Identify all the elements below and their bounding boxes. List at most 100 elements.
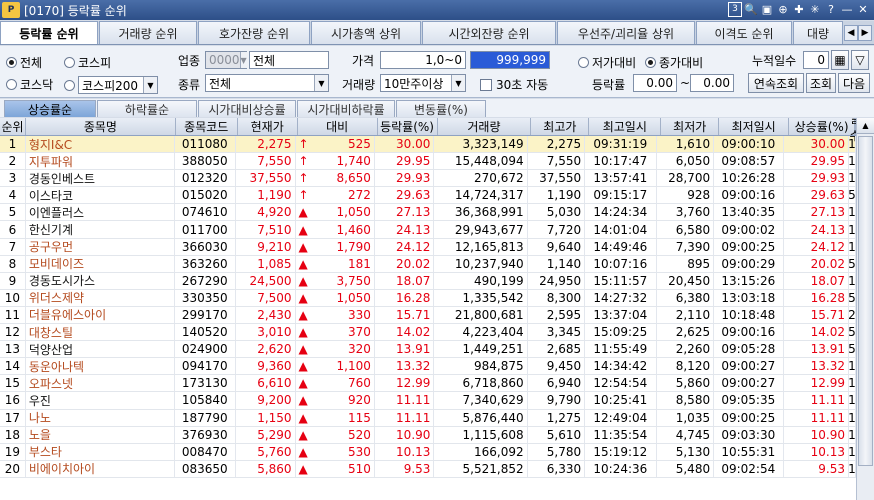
close-icon[interactable]: ✕: [856, 2, 870, 17]
subtab-rise-rate[interactable]: 상승률순: [4, 100, 96, 117]
tab-disparity[interactable]: 이격도 순위: [696, 21, 792, 44]
col-current[interactable]: 현재가: [238, 118, 298, 135]
table-row[interactable]: 6 한신기계 011700 7,510 ▲ 1,460 24.13 29,943,677 7,7…: [0, 221, 856, 239]
col-rate[interactable]: 등락률(%): [378, 118, 438, 135]
col-name[interactable]: 종목명: [26, 118, 176, 135]
col-low-time[interactable]: 최저일시: [719, 118, 790, 135]
cell-current: 5,290: [236, 426, 296, 443]
scroll-up-icon[interactable]: ▲: [857, 118, 874, 134]
minimize-icon[interactable]: —: [840, 2, 854, 17]
industry-code-select[interactable]: 0000 ▼: [205, 51, 247, 69]
cell-rate: 10.13: [375, 443, 435, 460]
table-row[interactable]: 11 더블유에스아이 299170 2,430 ▲ 330 15.71 21,800,681 2…: [0, 306, 856, 325]
col-volume[interactable]: 거래량: [438, 118, 532, 135]
table-row[interactable]: 3 경동인베스트 012320 37,550 ↑ 8,650 29.93 270,672 37,…: [0, 170, 856, 188]
table-row[interactable]: 7 공구우먼 366030 9,210 ▲ 1,790 24.12 12,165,813 9,6…: [0, 238, 856, 256]
price-to-field[interactable]: 999,999: [470, 51, 550, 69]
search-icon[interactable]: 🔍: [744, 2, 758, 17]
col-surge[interactable]: 상승률(%): [789, 118, 856, 135]
query-button[interactable]: 조회: [806, 73, 836, 93]
help-icon[interactable]: ?: [824, 2, 838, 17]
table-row[interactable]: 19 부스타 008470 5,760 ▲ 530 10.13 166,092 5,780 15:…: [0, 443, 856, 461]
add-icon[interactable]: ✚: [792, 2, 806, 17]
cell-name: 더블유에스아이: [26, 306, 175, 324]
filter-icon[interactable]: ▽: [851, 50, 869, 70]
tab-scroll-arrows: ◀ ▶: [844, 25, 872, 41]
col-change[interactable]: 대비: [298, 118, 378, 135]
cell-name: 위더스제약: [26, 289, 175, 306]
table-row[interactable]: 20 비에이치아이 083650 5,860 ▲ 510 9.53 5,521,852 6,33…: [0, 460, 856, 478]
continuous-query-button[interactable]: 연속조회: [748, 73, 804, 93]
cell-low-time: 09:08:57: [714, 153, 784, 170]
table-row[interactable]: 15 오파스넷 173130 6,610 ▲ 760 12.99 6,718,860 6,940…: [0, 375, 856, 393]
table-row[interactable]: 2 지투파워 388050 7,550 ↑ 1,740 29.95 15,448,094 7,5…: [0, 153, 856, 171]
tab-next-icon[interactable]: ▶: [858, 25, 872, 41]
radio-kospi200[interactable]: 코스피200 ▼: [64, 76, 158, 94]
table-row[interactable]: 10 위더스제약 330350 7,500 ▲ 1,050 16.28 1,335,542 8,…: [0, 289, 856, 307]
col-low[interactable]: 최저가: [661, 118, 720, 135]
cell-days: 1: [849, 409, 856, 426]
table-row[interactable]: 13 덕양산업 024900 2,620 ▲ 320 13.91 1,449,251 2,685…: [0, 341, 856, 359]
cell-low: 1,610: [657, 136, 715, 153]
cell-volume: 7,340,629: [434, 392, 528, 409]
col-high-time[interactable]: 최고일시: [589, 118, 662, 135]
vertical-scrollbar[interactable]: ▲: [856, 118, 874, 500]
cell-volume: 10,237,940: [434, 255, 528, 272]
table-row[interactable]: 4 이스타코 015020 1,190 ↑ 272 29.63 14,724,317 1,190…: [0, 187, 856, 205]
calendar-icon[interactable]: ▦: [831, 50, 849, 70]
table-row[interactable]: 17 나노 187790 1,150 ▲ 115 11.11 5,876,440 1,275 12…: [0, 409, 856, 427]
tab-market-cap[interactable]: 시가총액 상위: [311, 21, 421, 44]
table-row[interactable]: 9 경동도시가스 267290 24,500 ▲ 3,750 18.07 490,199 24,…: [0, 272, 856, 290]
cell-current: 1,150: [236, 409, 296, 426]
radio-kosdaq[interactable]: 코스닥: [6, 76, 53, 93]
next-button[interactable]: 다음: [838, 73, 870, 93]
radio-vs-low[interactable]: 저가대비: [578, 54, 636, 71]
cell-high: 9,790: [528, 392, 586, 409]
tab-after-hours[interactable]: 시간외잔량 순위: [422, 21, 556, 44]
tab-bulk[interactable]: 대량: [793, 21, 843, 44]
scroll-thumb[interactable]: [858, 136, 873, 466]
radio-market-all[interactable]: 전체: [6, 54, 42, 71]
cell-rate: 11.11: [375, 409, 435, 426]
cell-volume: 3,323,149: [434, 136, 528, 153]
subtab-fall-rate[interactable]: 하락률순: [97, 100, 197, 117]
table-row[interactable]: 16 우진 105840 9,200 ▲ 920 11.11 7,340,629 9,790 10…: [0, 392, 856, 410]
table-row[interactable]: 5 이엔플러스 074610 4,920 ▲ 1,050 27.13 36,368,991 5,…: [0, 204, 856, 222]
volume-select[interactable]: 10만주이상 ▼: [380, 74, 466, 92]
tab-preferred[interactable]: 우선주/괴리율 상위: [557, 21, 695, 44]
up-triangle-icon: ▲: [298, 256, 308, 271]
price-from-field[interactable]: 1,0~0: [380, 51, 466, 69]
table-row[interactable]: 1 형지I&C 011080 2,275 ↑ 525 30.00 3,323,149 2,275…: [0, 136, 856, 154]
radio-kospi[interactable]: 코스피: [64, 54, 111, 71]
change-amount: 272: [347, 188, 371, 203]
auto30-checkbox[interactable]: 30초 자동: [480, 76, 548, 93]
rate-from-field[interactable]: 0.00: [633, 74, 677, 92]
zoom-icon[interactable]: ⊕: [776, 2, 790, 17]
radio-vs-close[interactable]: 종가대비: [645, 54, 703, 71]
tab-prev-icon[interactable]: ◀: [844, 25, 858, 41]
col-code[interactable]: 종목코드: [176, 118, 238, 135]
tab-rate-rank[interactable]: 등락률 순위: [0, 21, 98, 44]
table-row[interactable]: 18 노을 376930 5,290 ▲ 520 10.90 1,115,608 5,610 11…: [0, 426, 856, 444]
rate-to-field[interactable]: 0.00: [690, 74, 734, 92]
tab-volume-rank[interactable]: 거래량 순위: [99, 21, 197, 44]
col-rank[interactable]: 순위: [0, 118, 26, 135]
cum-days-field[interactable]: 0: [803, 51, 829, 69]
table-row[interactable]: 12 대창스틸 140520 3,010 ▲ 370 14.02 4,223,404 3,345…: [0, 324, 856, 342]
subtab-open-fall[interactable]: 시가대비하락률: [297, 100, 395, 117]
cell-rate: 15.71: [375, 306, 435, 324]
subtab-open-rise[interactable]: 시가대비상승률: [198, 100, 296, 117]
col-high[interactable]: 최고가: [531, 118, 590, 135]
kospi200-select[interactable]: 코스피200 ▼: [78, 76, 158, 94]
industry-name-field[interactable]: 전체: [249, 51, 329, 69]
screen-icon[interactable]: ▣: [760, 2, 774, 17]
link-count-button[interactable]: 3: [728, 2, 742, 17]
cell-current: 5,860: [236, 460, 296, 477]
settings-icon[interactable]: ✳: [808, 2, 822, 17]
table-row[interactable]: 8 모비데이즈 363260 1,085 ▲ 181 20.02 10,237,940 1,14…: [0, 255, 856, 273]
table-row[interactable]: 14 동운아나텍 094170 9,360 ▲ 1,100 13.32 984,875 9,45…: [0, 358, 856, 376]
tab-quote-rank[interactable]: 호가잔량 순위: [198, 21, 310, 44]
subtab-volatility[interactable]: 변동률(%): [396, 100, 486, 117]
type-select[interactable]: 전체 ▼: [205, 74, 329, 92]
cell-change: ▲ 1,790: [296, 238, 375, 255]
